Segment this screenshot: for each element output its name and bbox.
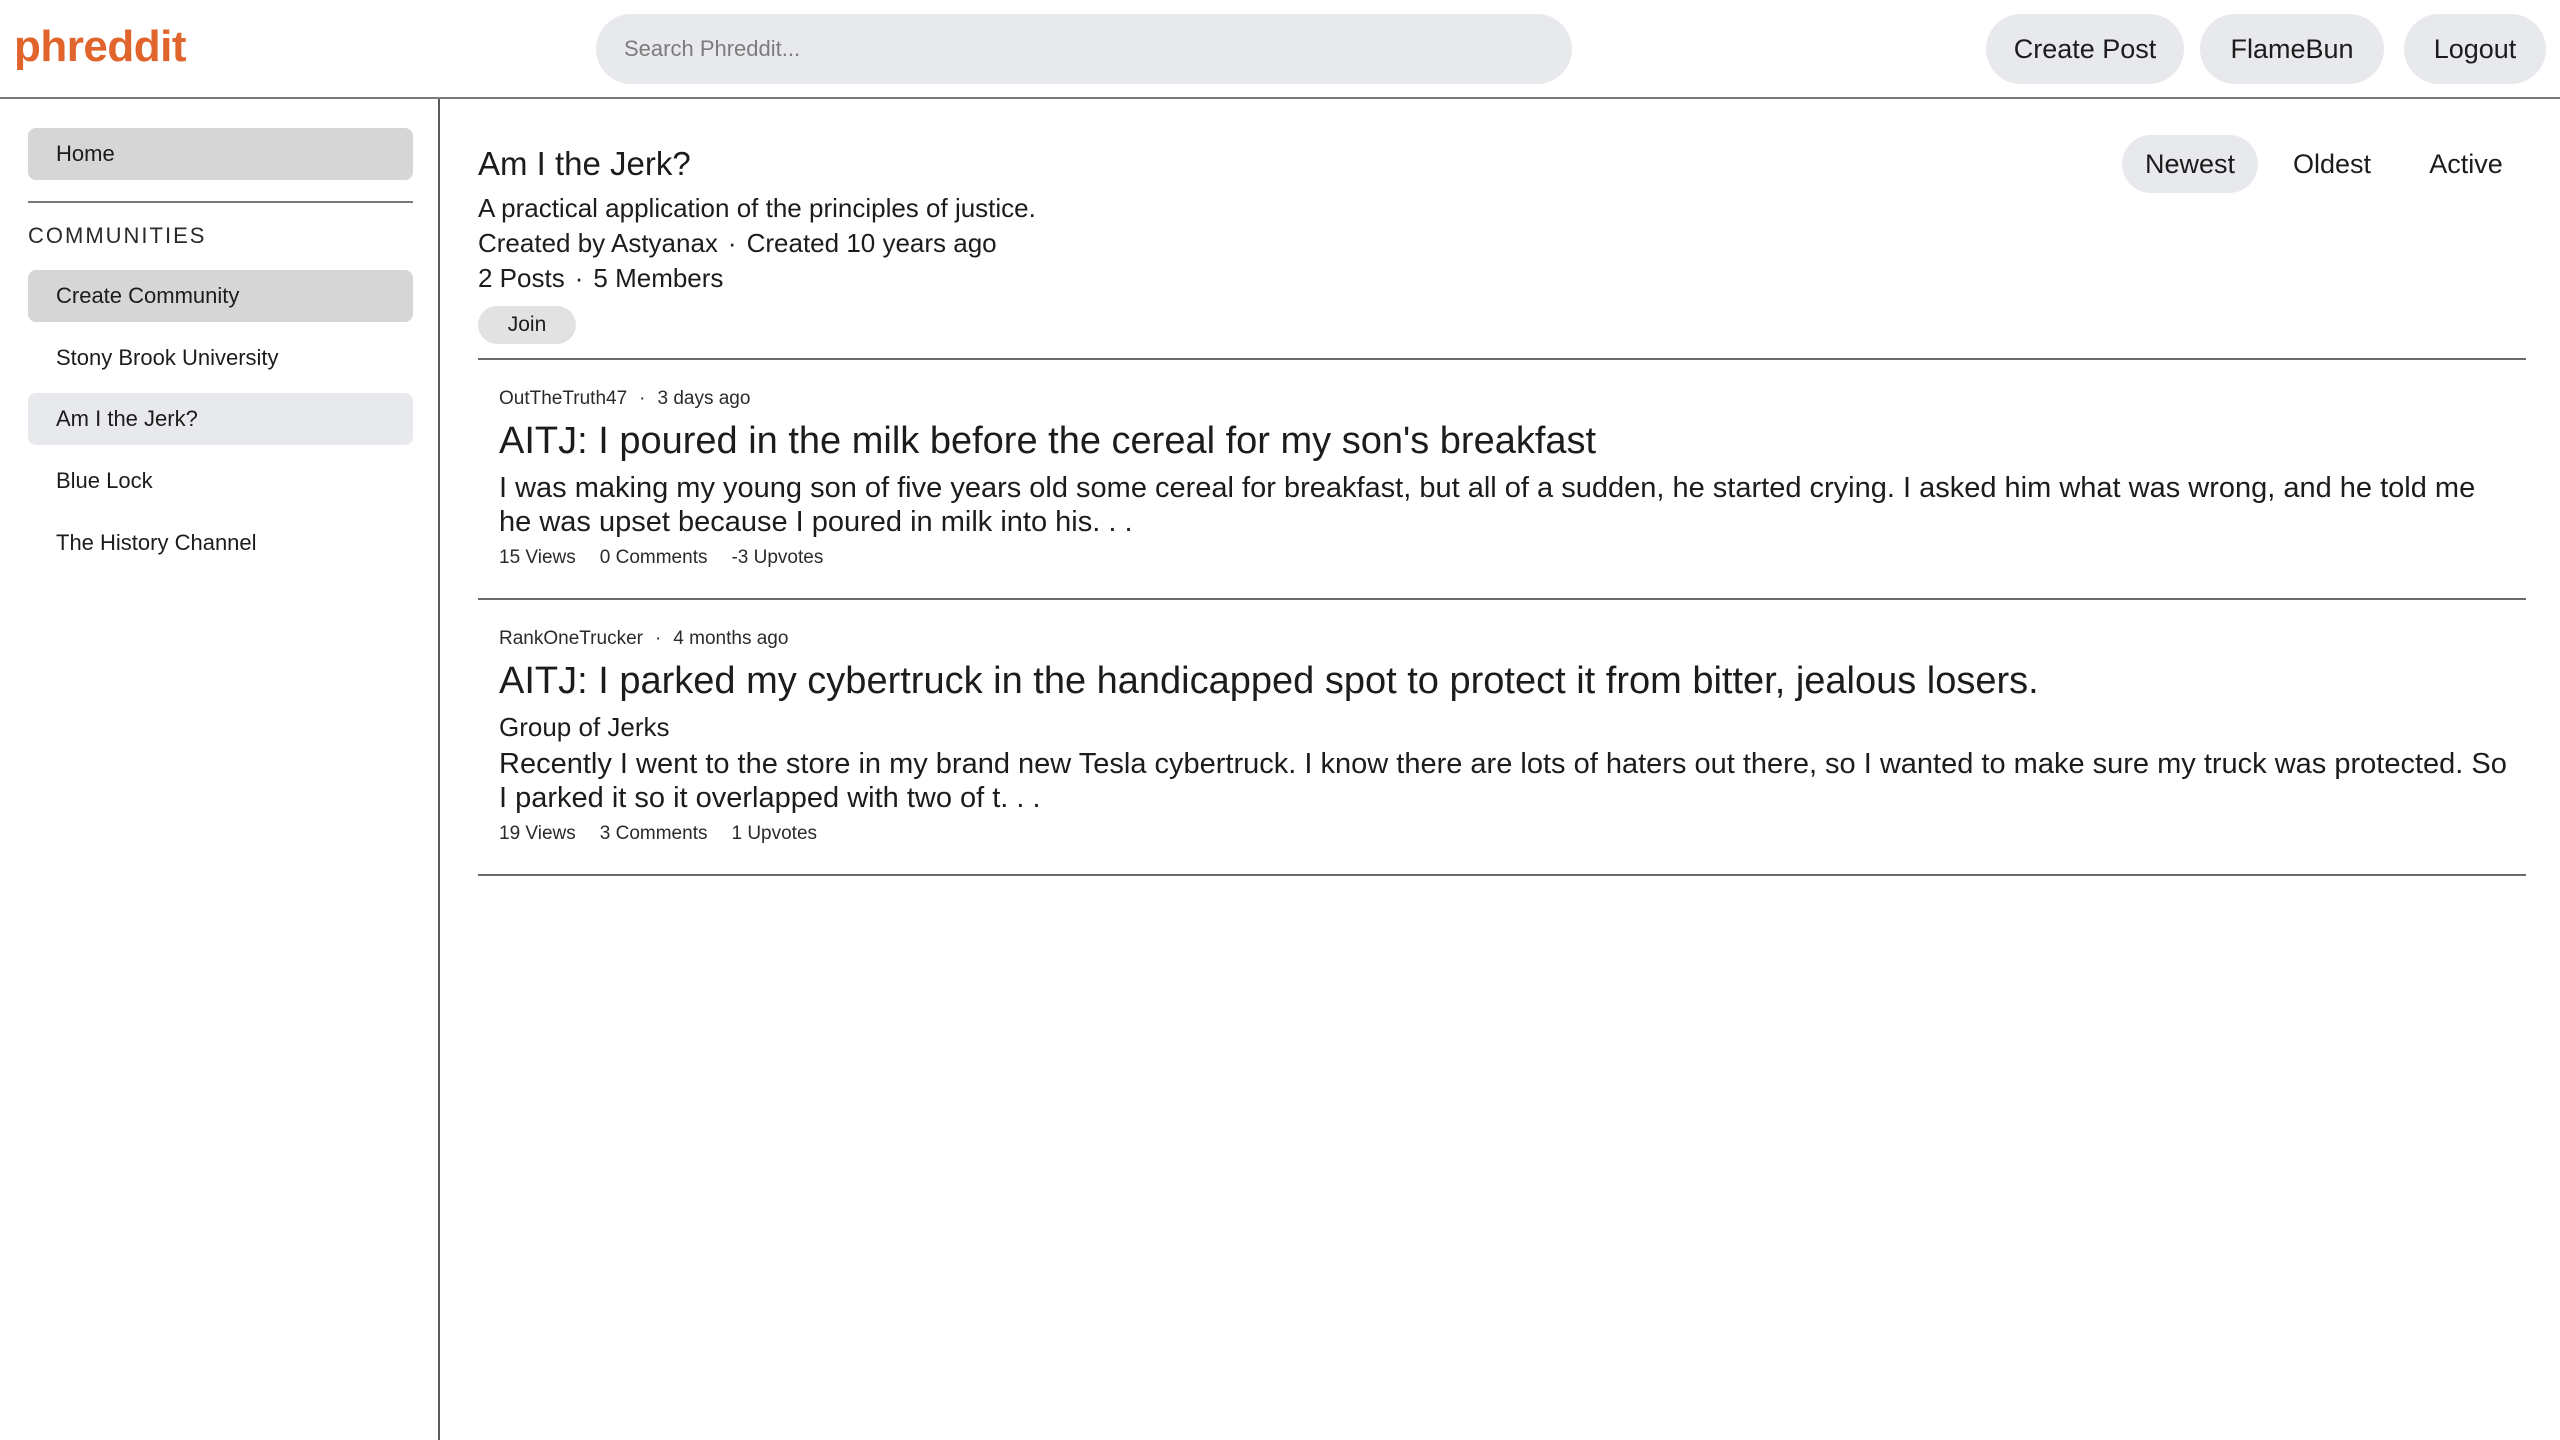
post-author: OutTheTruth47 <box>499 388 628 409</box>
post-title[interactable]: AITJ: I poured in the milk before the ce… <box>499 420 1596 463</box>
top-header: phreddit Create Post FlameBun Logout <box>0 0 2560 99</box>
community-description: A practical application of the principle… <box>478 193 1036 223</box>
sort-oldest-button[interactable]: Oldest <box>2276 135 2388 193</box>
sort-newest-button[interactable]: Newest <box>2122 135 2258 193</box>
post-flair: Group of Jerks <box>499 712 670 742</box>
sidebar-item-community[interactable]: Blue Lock <box>28 455 413 507</box>
sidebar-item-community[interactable]: Stony Brook University <box>28 332 413 384</box>
post-upvotes: 1 Upvotes <box>731 823 818 844</box>
community-title: Am I the Jerk? <box>478 145 691 182</box>
logo[interactable]: phreddit <box>14 22 186 72</box>
separator-dot: · <box>639 388 646 409</box>
post-views: 15 Views <box>499 547 576 568</box>
sidebar-item-community-active[interactable]: Am I the Jerk? <box>28 393 413 445</box>
post-views: 19 Views <box>499 823 576 844</box>
post-card[interactable]: RankOneTrucker · 4 months ago AITJ: I park… <box>478 600 2526 874</box>
create-community-button[interactable]: Create Community <box>28 270 413 322</box>
separator-dot: · <box>727 228 737 258</box>
post-upvotes: -3 Upvotes <box>731 547 824 568</box>
post-stats: 19 Views 3 Comments 1 Upvotes <box>499 823 841 845</box>
post-body: Recently I went to the store in my brand… <box>499 748 2507 814</box>
join-button[interactable]: Join <box>478 306 576 344</box>
post-comments: 3 Comments <box>599 823 708 844</box>
post-comments: 0 Comments <box>599 547 708 568</box>
community-stats: 2 Posts · 5 Members <box>478 263 723 294</box>
post-body: I was making my young son of five years … <box>499 472 2476 538</box>
post-card[interactable]: OutTheTruth47 · 3 days ago AITJ: I poured … <box>478 360 2526 598</box>
sidebar: Home COMMUNITIES Create Community Stony … <box>0 99 440 1440</box>
search-input[interactable] <box>596 14 1572 84</box>
separator-dot: · <box>574 263 584 293</box>
logout-button[interactable]: Logout <box>2404 14 2546 84</box>
post-author: RankOneTrucker <box>499 628 643 649</box>
sidebar-item-home[interactable]: Home <box>28 128 413 180</box>
user-profile-button[interactable]: FlameBun <box>2200 14 2384 84</box>
separator-dot: · <box>654 628 662 649</box>
community-posts-count: 2 Posts <box>478 263 565 293</box>
post-time: 3 days ago <box>657 388 751 409</box>
community-creator: Created by Astyanax <box>478 228 718 258</box>
community-meta: Created by Astyanax · Created 10 years ago <box>478 228 997 259</box>
divider <box>478 874 2526 876</box>
post-stats: 15 Views 0 Comments -3 Upvotes <box>499 547 847 569</box>
post-meta: OutTheTruth47 · 3 days ago <box>499 388 750 410</box>
community-created-time: Created 10 years ago <box>746 228 997 258</box>
sidebar-divider <box>28 201 413 203</box>
communities-heading: COMMUNITIES <box>28 223 207 248</box>
sort-active-button[interactable]: Active <box>2416 135 2516 193</box>
create-post-button[interactable]: Create Post <box>1986 14 2184 84</box>
sidebar-item-community[interactable]: The History Channel <box>28 517 413 569</box>
post-title[interactable]: AITJ: I parked my cybertruck in the hand… <box>499 660 2039 703</box>
post-meta: RankOneTrucker · 4 months ago <box>499 628 788 650</box>
post-time: 4 months ago <box>673 628 789 649</box>
community-members-count: 5 Members <box>593 263 724 293</box>
